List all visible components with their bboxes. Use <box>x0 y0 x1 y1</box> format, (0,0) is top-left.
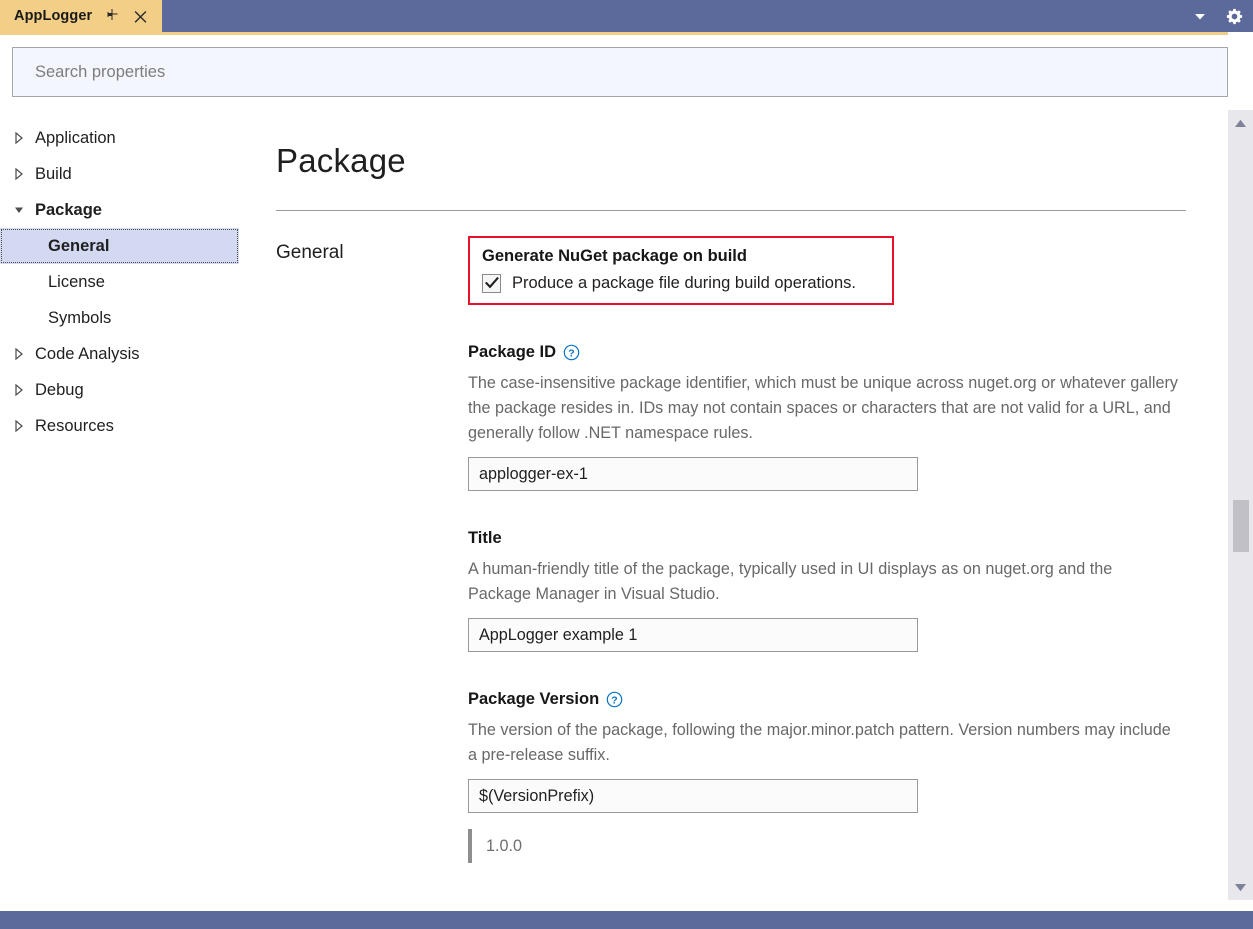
section-label-general: General <box>276 242 344 264</box>
properties-sidebar: Application Build Package General Licens… <box>0 110 250 900</box>
package-id-input[interactable] <box>468 457 918 491</box>
checkmark-icon <box>485 277 499 290</box>
chevron-right-icon <box>14 384 30 396</box>
sidebar-item-label: Symbols <box>48 309 111 328</box>
chevron-right-icon <box>14 420 30 432</box>
title-input[interactable] <box>468 618 918 652</box>
sidebar-item-label: Package <box>35 201 102 220</box>
chevron-down-icon[interactable] <box>1191 7 1209 25</box>
sidebar-item-label: Build <box>35 165 72 184</box>
generate-package-checkbox-row[interactable]: Produce a package file during build oper… <box>482 274 880 293</box>
hint-accent-bar <box>468 829 472 863</box>
help-icon[interactable]: ? <box>563 344 580 361</box>
sidebar-item-general[interactable]: General <box>0 228 239 264</box>
scroll-up-arrow-icon[interactable] <box>1228 112 1253 134</box>
title-field-title: Title <box>468 529 1188 548</box>
sidebar-item-label: Resources <box>35 417 114 436</box>
pin-icon[interactable] <box>104 8 120 24</box>
properties-main-panel: Package General Generate NuGet package o… <box>250 110 1213 900</box>
title-bar: AppLogger <box>0 0 1253 32</box>
field-package-version: Package Version ? The version of the pac… <box>468 690 1188 863</box>
resolved-version-text: 1.0.0 <box>486 837 522 856</box>
title-field-description: A human-friendly title of the package, t… <box>468 557 1178 607</box>
help-icon[interactable]: ? <box>606 691 623 708</box>
package-id-title: Package ID ? <box>468 343 1188 362</box>
sidebar-item-application[interactable]: Application <box>0 120 250 156</box>
tab-title: AppLogger <box>14 8 92 24</box>
chevron-right-icon <box>14 168 30 180</box>
search-properties-box[interactable] <box>12 47 1228 97</box>
scrollbar-thumb[interactable] <box>1233 500 1249 552</box>
chevron-down-icon <box>14 204 30 216</box>
package-id-description: The case-insensitive package identifier,… <box>468 371 1178 446</box>
generate-package-checkbox[interactable] <box>482 274 501 293</box>
package-version-title: Package Version ? <box>468 690 1188 709</box>
status-bar <box>0 911 1253 929</box>
document-tab-applogger[interactable]: AppLogger <box>0 0 162 32</box>
sidebar-item-label: Debug <box>35 381 84 400</box>
package-version-description: The version of the package, following th… <box>468 718 1178 768</box>
sidebar-item-label: Application <box>35 129 116 148</box>
package-version-resolved-hint: 1.0.0 <box>468 829 1188 863</box>
sidebar-item-debug[interactable]: Debug <box>0 372 250 408</box>
field-title: Title A human-friendly title of the pack… <box>468 529 1188 652</box>
tab-accent-bar <box>0 32 1253 35</box>
sidebar-item-resources[interactable]: Resources <box>0 408 250 444</box>
svg-text:?: ? <box>568 347 574 359</box>
chevron-right-icon <box>14 132 30 144</box>
chevron-right-icon <box>14 348 30 360</box>
sidebar-item-symbols[interactable]: Symbols <box>0 300 250 336</box>
titlebar-actions <box>1191 0 1243 32</box>
properties-window: AppLogger <box>0 0 1253 929</box>
right-rail-spacer <box>1228 32 1253 110</box>
sidebar-item-package[interactable]: Package <box>0 192 250 228</box>
field-package-id: Package ID ? The case-insensitive packag… <box>468 343 1188 491</box>
package-version-label: Package Version <box>468 690 599 709</box>
generate-package-checkbox-label: Produce a package file during build oper… <box>512 274 856 293</box>
page-title: Package <box>276 142 406 180</box>
gear-icon[interactable] <box>1225 7 1243 25</box>
vertical-scrollbar[interactable] <box>1228 110 1253 900</box>
sidebar-item-code-analysis[interactable]: Code Analysis <box>0 336 250 372</box>
search-input[interactable] <box>13 48 1227 96</box>
generate-nuget-package-highlight: Generate NuGet package on build Produce … <box>468 236 894 305</box>
sidebar-item-label: General <box>48 237 109 256</box>
sidebar-item-label: Code Analysis <box>35 345 140 364</box>
title-field-label: Title <box>468 529 502 548</box>
svg-text:?: ? <box>611 694 617 706</box>
package-id-label: Package ID <box>468 343 556 362</box>
scroll-down-arrow-icon[interactable] <box>1228 876 1253 898</box>
sidebar-item-license[interactable]: License <box>0 264 250 300</box>
title-divider <box>276 210 1186 211</box>
package-version-input[interactable] <box>468 779 918 813</box>
fields-container: Generate NuGet package on build Produce … <box>468 236 1188 863</box>
sidebar-item-build[interactable]: Build <box>0 156 250 192</box>
generate-package-title: Generate NuGet package on build <box>482 247 880 266</box>
sidebar-item-label: License <box>48 273 105 292</box>
close-icon[interactable] <box>132 8 148 24</box>
